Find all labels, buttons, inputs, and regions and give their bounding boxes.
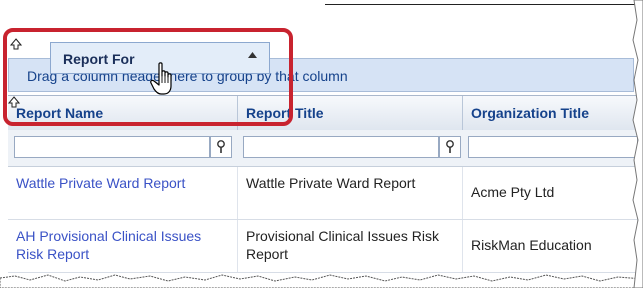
cell-report-title: Provisional Clinical Issues Risk Report	[238, 220, 463, 272]
window-top-border	[325, 4, 643, 5]
filter-icon[interactable]	[439, 136, 461, 158]
table-row[interactable]: Wattle Private Ward Report Wattle Privat…	[8, 167, 638, 220]
cell-report-name[interactable]: Wattle Private Ward Report	[8, 167, 238, 219]
filter-input-report-name[interactable]	[14, 136, 210, 158]
filter-row	[8, 130, 638, 167]
filter-input-organization-title[interactable]	[468, 136, 638, 158]
cell-organization-title: Acme Pty Ltd	[463, 167, 638, 219]
annotation-highlight	[3, 28, 293, 126]
column-header-organization-title[interactable]: Organization Title	[463, 96, 638, 130]
torn-edge-decoration	[0, 274, 643, 288]
cell-organization-title: RiskMan Education	[463, 220, 638, 272]
cell-report-title: Wattle Private Ward Report	[238, 167, 463, 219]
filter-input-report-title[interactable]	[243, 136, 439, 158]
cell-report-name[interactable]: AH Provisional Clinical Issues Risk Repo…	[8, 220, 238, 272]
torn-edge-decoration	[632, 0, 643, 288]
screenshot: Drag a column header here to group by th…	[0, 0, 643, 288]
table-row[interactable]: AH Provisional Clinical Issues Risk Repo…	[8, 220, 638, 273]
filter-icon[interactable]	[210, 136, 232, 158]
